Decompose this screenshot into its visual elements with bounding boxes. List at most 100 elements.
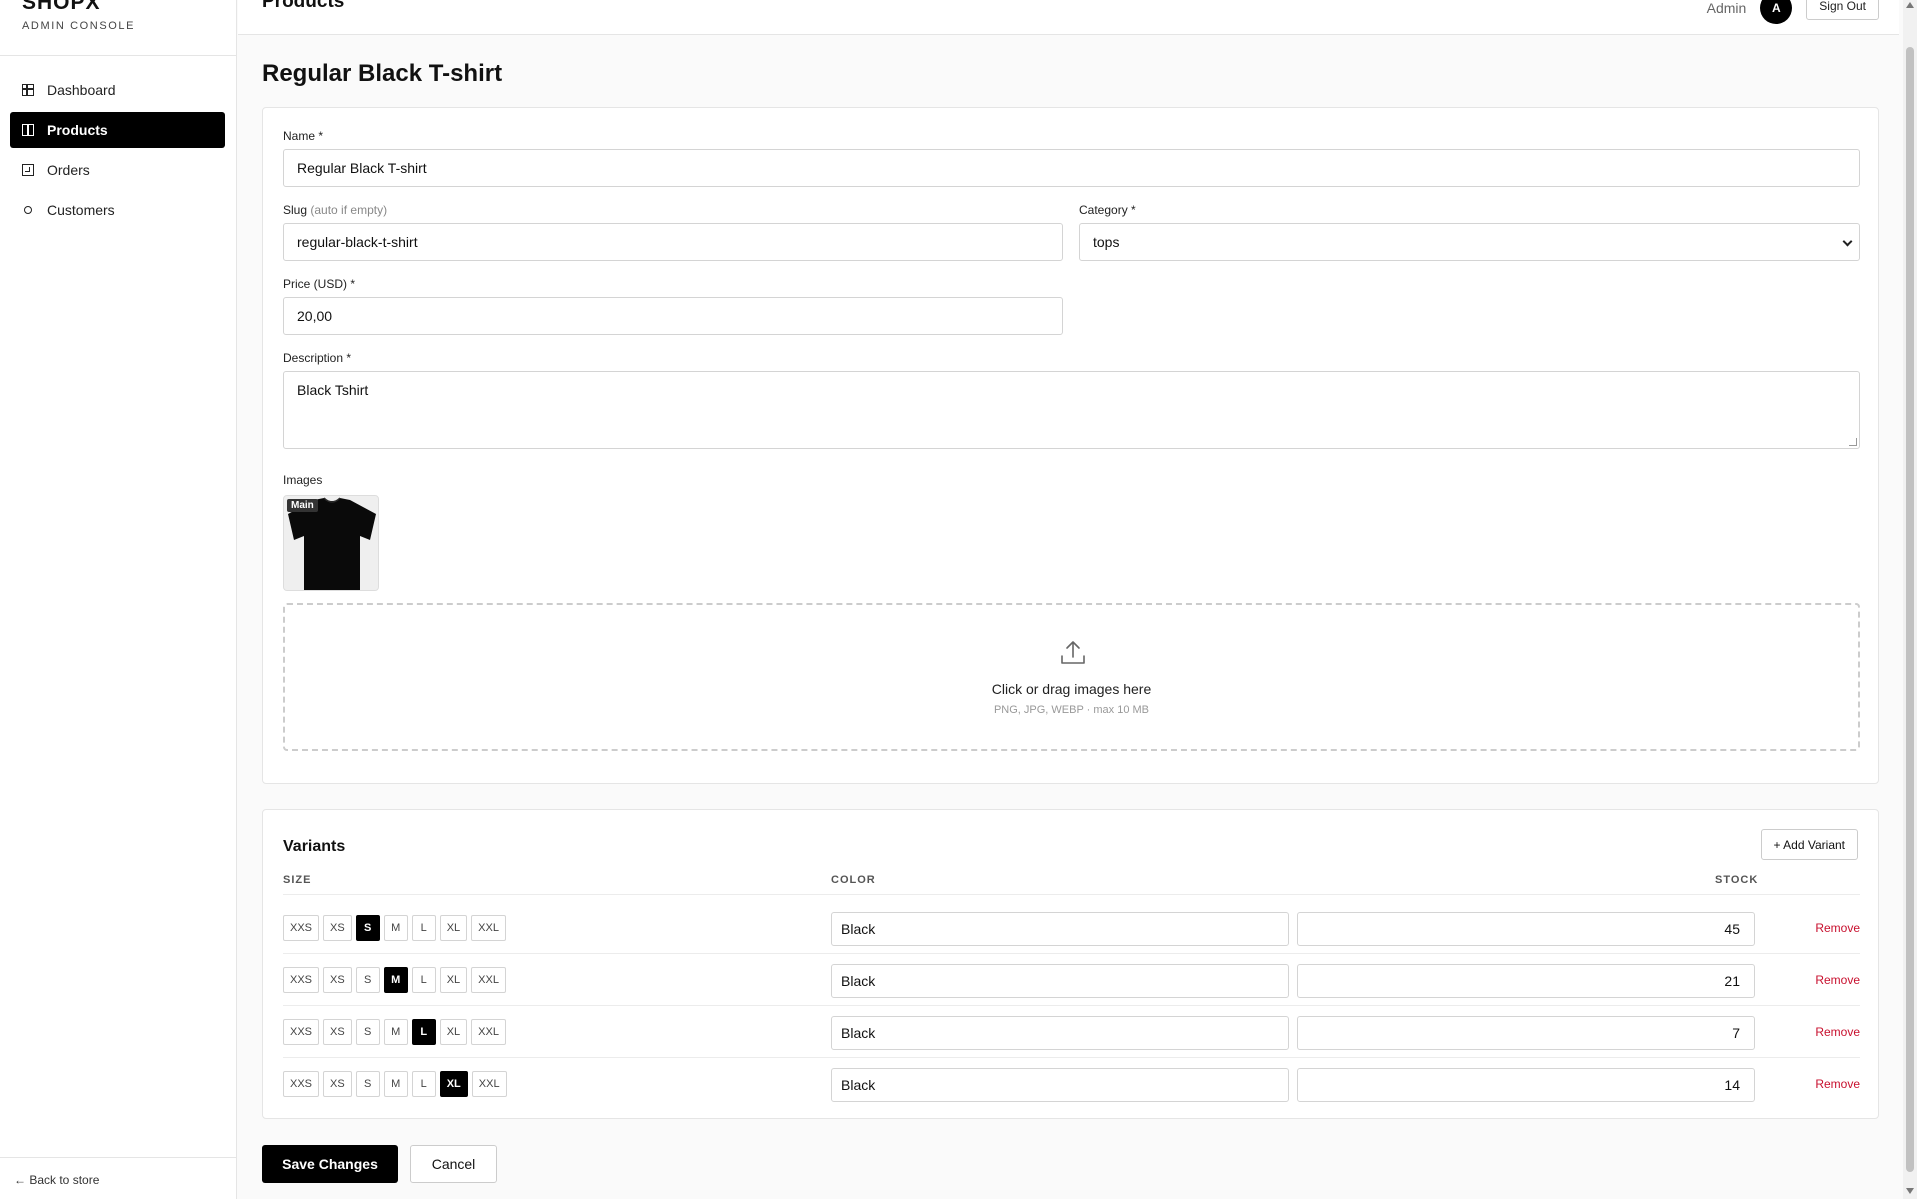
sidebar-item-label: Products [47, 122, 108, 138]
avatar[interactable]: A [1760, 0, 1793, 24]
variant-stock-input[interactable]: 21 [1297, 964, 1755, 998]
image-dropzone[interactable]: Click or drag images here PNG, JPG, WEBP… [283, 603, 1860, 751]
size-option-s[interactable]: S [355, 1019, 380, 1045]
variant-stock-input[interactable]: 45 [1297, 912, 1755, 946]
remove-variant-button[interactable]: Remove [1815, 1025, 1860, 1039]
sidebar-item-orders[interactable]: Orders [10, 152, 225, 188]
back-to-store-link[interactable]: ← Back to store [14, 1173, 99, 1187]
variant-color-input[interactable]: Black [831, 912, 1289, 946]
variant-row: XXS XS S M L XL XXL Black 14 Remove [283, 1059, 1860, 1110]
size-option-xl[interactable]: XL [439, 967, 468, 993]
add-variant-button[interactable]: + Add Variant [1760, 829, 1858, 860]
remove-variant-button[interactable]: Remove [1815, 1077, 1860, 1091]
size-option-xs[interactable]: XS [323, 967, 352, 993]
size-option-xxs[interactable]: XXS [283, 1019, 320, 1045]
variants-title: Variants [283, 838, 346, 855]
topbar-title: Products [262, 0, 345, 12]
sidebar-nav: Dashboard Products Orders Customers [10, 72, 225, 232]
size-option-xl[interactable]: XL [439, 1019, 468, 1045]
color-column-header: COLOR [831, 874, 876, 886]
price-label: Price (USD) * [283, 277, 356, 291]
brand: SHOPX ADMIN CONSOLE [22, 0, 135, 32]
size-option-m[interactable]: M [383, 1019, 408, 1045]
chevron-down-icon [1842, 236, 1853, 247]
sidebar-footer: ← Back to store [0, 1157, 237, 1199]
category-select[interactable]: tops [1079, 223, 1860, 261]
size-option-m[interactable]: M [383, 1071, 408, 1097]
dropzone-hint: PNG, JPG, WEBP · max 10 MB [993, 704, 1150, 716]
size-option-xs[interactable]: XS [323, 1071, 352, 1097]
size-option-s[interactable]: S [355, 915, 380, 941]
topbar: Products Admin A Sign Out [238, 0, 1899, 35]
price-input[interactable]: 20,00 [283, 297, 1063, 335]
size-option-xxl[interactable]: XXL [471, 1019, 506, 1045]
sign-out-button[interactable]: Sign Out [1806, 0, 1879, 20]
variant-color-input[interactable]: Black [831, 964, 1289, 998]
size-option-l[interactable]: L [411, 915, 436, 941]
size-option-xxs[interactable]: XXS [283, 915, 320, 941]
size-option-m[interactable]: M [383, 915, 408, 941]
topbar-user-area: Admin A Sign Out [1707, 0, 1879, 24]
size-option-xxs[interactable]: XXS [283, 967, 320, 993]
scroll-down-arrow-icon[interactable] [1906, 1188, 1914, 1194]
scroll-up-arrow-icon[interactable] [1906, 2, 1914, 8]
brand-subtitle: ADMIN CONSOLE [22, 20, 136, 32]
size-option-s[interactable]: S [355, 967, 380, 993]
variant-stock-input[interactable]: 14 [1297, 1068, 1755, 1102]
description-label: Description * [283, 351, 352, 365]
sidebar-item-products[interactable]: Products [10, 112, 225, 148]
page-title: Regular Black T-shirt [262, 60, 503, 87]
size-selector: XXS XS S M L XL XXL [283, 915, 510, 941]
slug-input[interactable]: regular-black-t-shirt [283, 223, 1063, 261]
size-option-xxl[interactable]: XXL [471, 967, 506, 993]
columns-icon [22, 124, 34, 136]
name-label: Name * [283, 129, 324, 143]
size-option-l[interactable]: L [411, 1019, 436, 1045]
main-image-badge: Main [287, 499, 318, 512]
size-selector: XXS XS S M L XL XXL [283, 1019, 510, 1045]
variants-card: Variants + Add Variant SIZE COLOR STOCK … [262, 809, 1879, 1119]
name-input[interactable]: Regular Black T-shirt [283, 149, 1860, 187]
size-option-xl[interactable]: XL [439, 915, 468, 941]
variant-row: XXS XS S M L XL XXL Black 21 Remove [283, 955, 1860, 1006]
size-option-s[interactable]: S [355, 1071, 380, 1097]
cancel-button[interactable]: Cancel [410, 1145, 497, 1183]
product-image-thumbnail[interactable]: Main [283, 495, 379, 591]
description-textarea[interactable]: Black Tshirt [283, 371, 1860, 449]
size-option-xs[interactable]: XS [323, 1019, 352, 1045]
stock-column-header: STOCK [1715, 874, 1759, 886]
size-selector: XXS XS S M L XL XXL [283, 967, 510, 993]
variant-stock-input[interactable]: 7 [1297, 1016, 1755, 1050]
product-form-card: Name * Regular Black T-shirt Slug (auto … [262, 107, 1879, 784]
row-divider [283, 1005, 1860, 1006]
scrollbar-thumb[interactable] [1906, 47, 1914, 1172]
remove-variant-button[interactable]: Remove [1815, 973, 1860, 987]
variant-color-input[interactable]: Black [831, 1068, 1289, 1102]
size-option-m[interactable]: M [383, 967, 408, 993]
header-divider [283, 894, 1860, 895]
sidebar-item-label: Customers [47, 202, 115, 218]
category-selected-value: tops [1093, 234, 1120, 250]
remove-variant-button[interactable]: Remove [1815, 921, 1860, 935]
description-value: Black Tshirt [297, 382, 369, 398]
resize-handle-icon[interactable] [1849, 438, 1857, 446]
sidebar-item-customers[interactable]: Customers [10, 192, 225, 228]
size-option-l[interactable]: L [411, 967, 436, 993]
slug-label: Slug (auto if empty) [283, 203, 387, 217]
size-option-xs[interactable]: XS [323, 915, 352, 941]
dropzone-text: Click or drag images here [991, 681, 1152, 697]
brand-name: SHOPX [22, 0, 101, 14]
size-option-l[interactable]: L [411, 1071, 436, 1097]
variant-color-input[interactable]: Black [831, 1016, 1289, 1050]
size-option-xl[interactable]: XL [439, 1071, 468, 1097]
size-option-xxs[interactable]: XXS [283, 1071, 320, 1097]
page-scrollbar[interactable] [1903, 0, 1917, 1199]
brand-divider [0, 55, 237, 56]
sidebar: SHOPX ADMIN CONSOLE Dashboard Products O… [0, 0, 237, 1199]
save-changes-button[interactable]: Save Changes [262, 1145, 398, 1183]
sidebar-item-dashboard[interactable]: Dashboard [10, 72, 225, 108]
user-label: Admin [1706, 0, 1747, 16]
app: SHOPX ADMIN CONSOLE Dashboard Products O… [0, 0, 1917, 1199]
size-option-xxl[interactable]: XXL [471, 915, 506, 941]
size-option-xxl[interactable]: XXL [471, 1071, 507, 1097]
